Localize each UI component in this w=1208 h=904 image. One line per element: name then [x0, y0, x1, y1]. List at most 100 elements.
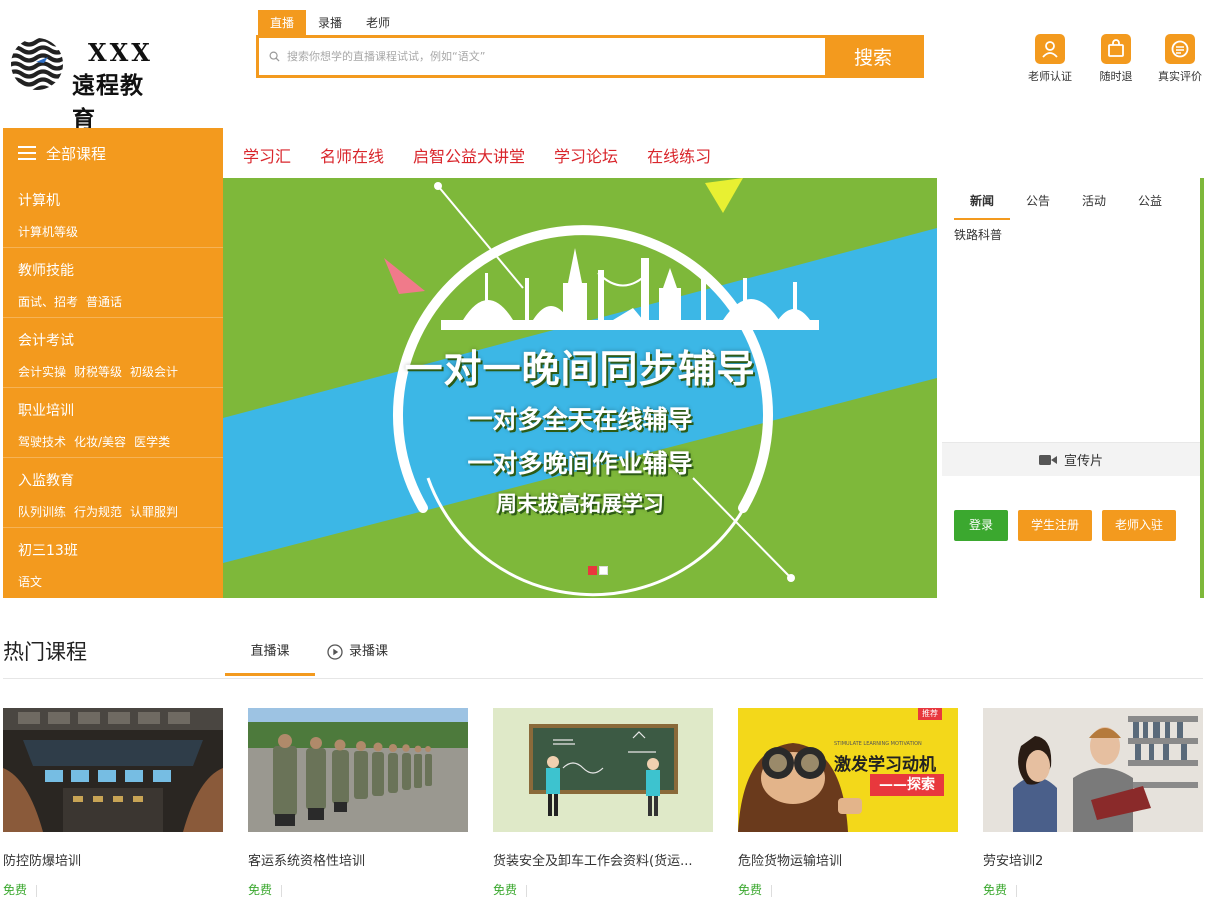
price-label: 免费: [983, 883, 1008, 897]
course-card: 推荐 STIMULATE LEARNING MOTIVATION 激发学习动机 …: [738, 708, 958, 898]
refund-icon: [1101, 34, 1131, 64]
promo-video-label: 宣传片: [1063, 454, 1103, 469]
login-button[interactable]: 登录: [954, 510, 1008, 541]
banner-line: 一对多全天在线辅导: [467, 405, 693, 434]
promo-video-button[interactable]: 宣传片: [942, 442, 1200, 476]
banner-dot[interactable]: [599, 566, 608, 575]
category-title[interactable]: 教师技能: [18, 260, 74, 280]
thumbnail-explore-tag: ——探索: [870, 774, 944, 796]
nav-link-charity-lecture[interactable]: 启智公益大讲堂: [413, 143, 525, 167]
teacher-join-button[interactable]: 老师入驻: [1102, 510, 1176, 541]
tab-recorded-courses[interactable]: 录播课: [327, 638, 388, 676]
recommend-badge: 推荐: [918, 708, 942, 720]
course-title[interactable]: 危险货物运输培训: [738, 850, 958, 869]
course-thumbnail-motivation[interactable]: 推荐 STIMULATE LEARNING MOTIVATION 激发学习动机 …: [738, 708, 958, 832]
section-divider: [3, 678, 1203, 679]
hot-courses-title: 热门课程: [3, 640, 87, 664]
category-link[interactable]: 化妆/美容: [74, 433, 126, 450]
tab-activities[interactable]: 活动: [1066, 192, 1122, 220]
news-panel: 新闻 公告 活动 公益 铁路科普 宣传片 登录 学生注册 老师入驻: [938, 178, 1204, 598]
banner-pagination: [588, 566, 608, 575]
all-courses-button[interactable]: 全部课程: [3, 128, 223, 178]
search-input-wrapper: [259, 38, 825, 75]
top-nav: 学习汇 名师在线 启智公益大讲堂 学习论坛 在线练习: [243, 143, 711, 167]
course-thumbnail-blackboard[interactable]: [493, 708, 713, 832]
category-link[interactable]: 语文: [18, 573, 42, 590]
course-title[interactable]: 货装安全及卸车工作会资料(货运...: [493, 850, 713, 869]
feature-label: 真实评价: [1158, 70, 1202, 83]
category-title[interactable]: 入监教育: [18, 470, 74, 490]
feature-label: 老师认证: [1028, 70, 1072, 83]
feature-refund[interactable]: 随时退: [1086, 34, 1146, 84]
category-link[interactable]: 面试、招考: [18, 293, 78, 310]
logo-text-top: XXX: [88, 38, 153, 67]
nav-link-famous-teachers[interactable]: 名师在线: [320, 143, 384, 167]
play-circle-icon: [327, 644, 343, 660]
category-link[interactable]: 财税等级: [74, 363, 122, 380]
news-tabs: 新闻 公告 活动 公益: [954, 192, 1178, 220]
category-link[interactable]: 医学类: [134, 433, 170, 450]
search-input[interactable]: [259, 38, 825, 75]
search-tab-recorded[interactable]: 录播: [306, 10, 354, 36]
course-title[interactable]: 客运系统资格性培训: [248, 850, 468, 869]
video-camera-icon: [1038, 454, 1057, 465]
search-type-tabs: 直播 录播 老师: [258, 10, 402, 36]
course-card: 货装安全及卸车工作会资料(货运... 免费: [493, 708, 713, 898]
banner-line: 一对多晚间作业辅导: [467, 449, 693, 478]
course-title[interactable]: 劳安培训2: [983, 850, 1203, 869]
category-link[interactable]: 队列训练: [18, 503, 66, 520]
category-link[interactable]: 认罪服判: [130, 503, 178, 520]
news-list-item[interactable]: 铁路科普: [954, 226, 1002, 243]
price-label: 免费: [3, 883, 28, 897]
course-price: 免费: [3, 881, 223, 898]
tab-live-label: 直播课: [250, 644, 290, 659]
all-courses-label: 全部课程: [46, 144, 107, 163]
category-link[interactable]: 计算机等级: [18, 223, 78, 240]
category-link[interactable]: 普通话: [86, 293, 122, 310]
search-icon: [269, 51, 280, 62]
tab-announcements[interactable]: 公告: [1010, 192, 1066, 220]
course-price: 免费: [983, 881, 1203, 898]
course-price: 免费: [738, 881, 958, 898]
hero-banner[interactable]: 一对一晚间同步辅导 一对多全天在线辅导 一对多晚间作业辅导 周末拔高拓展学习: [223, 178, 937, 598]
logo-text-bottom: 遠程教育: [72, 72, 144, 133]
banner-headline: 一对一晚间同步辅导: [404, 347, 756, 391]
category-title[interactable]: 初三13班: [18, 540, 78, 560]
nav-link-forum[interactable]: 学习论坛: [554, 143, 618, 167]
teacher-cert-icon: [1035, 34, 1065, 64]
category-link[interactable]: 会计实操: [18, 363, 66, 380]
nav-link-practice[interactable]: 在线练习: [647, 143, 711, 167]
thumbnail-caption: STIMULATE LEARNING MOTIVATION: [834, 741, 922, 747]
category-link[interactable]: 初级会计: [130, 363, 178, 380]
category-title[interactable]: 计算机: [18, 190, 60, 210]
course-title[interactable]: 防控防爆培训: [3, 850, 223, 869]
feature-review[interactable]: 真实评价: [1150, 34, 1208, 84]
category-link[interactable]: 行为规范: [74, 503, 122, 520]
category-sidebar: 计算机 计算机等级 教师技能 面试、招考 普通话 会计考试 会计实操 财税等级 …: [3, 178, 223, 598]
feature-teacher-cert[interactable]: 老师认证: [1020, 34, 1080, 84]
course-card: 防控防爆培训 免费: [3, 708, 223, 898]
category-title[interactable]: 会计考试: [18, 330, 74, 350]
course-thumbnail-soldiers[interactable]: [248, 708, 468, 832]
hot-course-tabs: 直播课 录播课: [225, 638, 388, 676]
category-title[interactable]: 职业培训: [18, 400, 74, 420]
banner-dot[interactable]: [588, 566, 597, 575]
course-card: 劳安培训2 免费: [983, 708, 1203, 898]
price-label: 免费: [738, 883, 763, 897]
course-card: 客运系统资格性培训 免费: [248, 708, 468, 898]
course-thumbnail-bookstore[interactable]: [983, 708, 1203, 832]
tab-live-courses[interactable]: 直播课: [225, 638, 315, 676]
site-logo[interactable]: XXX 遠程教育: [10, 36, 160, 133]
review-icon: [1165, 34, 1195, 64]
category-link[interactable]: 驾驶技术: [18, 433, 66, 450]
category-accounting: 会计考试 会计实操 财税等级 初级会计: [3, 318, 223, 388]
course-thumbnail-cockpit[interactable]: [3, 708, 223, 832]
tab-news[interactable]: 新闻: [954, 192, 1010, 220]
search-tab-teacher[interactable]: 老师: [354, 10, 402, 36]
nav-link-study-hub[interactable]: 学习汇: [243, 143, 291, 167]
search-tab-live[interactable]: 直播: [258, 10, 307, 36]
tab-recorded-label: 录播课: [349, 644, 389, 659]
search-button[interactable]: 搜索: [825, 38, 921, 75]
tab-charity[interactable]: 公益: [1122, 192, 1178, 220]
student-register-button[interactable]: 学生注册: [1018, 510, 1092, 541]
